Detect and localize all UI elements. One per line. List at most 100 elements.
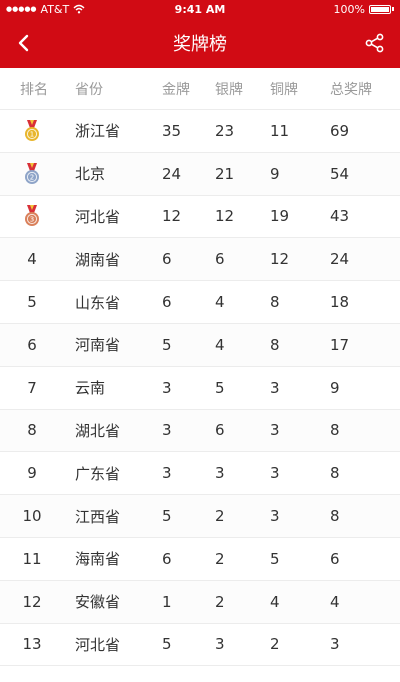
rank-cell: 8 — [27, 421, 37, 440]
total-cell: 9 — [330, 378, 340, 397]
total-cell: 6 — [330, 549, 340, 568]
gold-cell: 3 — [162, 378, 172, 397]
province-cell: 广东省 — [75, 464, 121, 483]
province-cell: 河南省 — [75, 336, 121, 355]
gold-cell: 6 — [162, 250, 172, 269]
gold-cell: 3 — [162, 421, 172, 440]
total-cell: 8 — [330, 464, 340, 483]
silver-medal-icon: 2 — [0, 153, 64, 195]
table-row[interactable]: 12 安徽省 1 2 4 4 — [0, 580, 400, 624]
bronze-cell: 11 — [270, 121, 290, 140]
silver-cell: 6 — [215, 421, 225, 440]
gold-cell: 5 — [162, 507, 172, 526]
bronze-cell: 3 — [270, 507, 280, 526]
header-province: 省份 — [75, 81, 103, 98]
silver-cell: 3 — [215, 464, 225, 483]
province-cell: 北京 — [75, 165, 106, 184]
bronze-cell: 8 — [270, 293, 280, 312]
gold-cell: 12 — [162, 207, 182, 226]
table-row[interactable]: 2 北京 24 21 9 54 — [0, 152, 400, 196]
nav-bar: 奖牌榜 — [0, 18, 400, 68]
header-gold: 金牌 — [162, 81, 190, 98]
gold-cell: 5 — [162, 635, 172, 654]
battery-tip — [392, 7, 394, 11]
bronze-cell: 19 — [270, 207, 290, 226]
silver-cell: 5 — [215, 378, 225, 397]
header-silver: 银牌 — [215, 81, 243, 98]
rank-cell: 5 — [27, 293, 37, 312]
table-row[interactable]: 5 山东省 6 4 8 18 — [0, 281, 400, 324]
bronze-cell: 2 — [270, 635, 280, 654]
gold-cell: 5 — [162, 335, 172, 354]
gold-cell: 24 — [162, 164, 182, 183]
rank-cell: 10 — [22, 507, 42, 526]
total-cell: 8 — [330, 507, 340, 526]
silver-cell: 21 — [215, 164, 235, 183]
table-row[interactable]: 4 湖南省 6 6 12 24 — [0, 238, 400, 282]
battery-percent: 100% — [333, 2, 365, 16]
bronze-cell: 9 — [270, 164, 280, 183]
signal-strength-icon: ●●●●● — [6, 5, 37, 13]
status-left: ●●●●● AT&T — [6, 3, 85, 16]
province-cell: 河北省 — [75, 635, 121, 654]
table-row[interactable]: 6 河南省 5 4 8 17 — [0, 323, 400, 367]
silver-cell: 4 — [215, 293, 225, 312]
silver-cell: 23 — [215, 121, 235, 140]
table-row[interactable]: 9 广东省 3 3 3 8 — [0, 452, 400, 496]
header-total: 总奖牌 — [330, 81, 372, 98]
rank-cell: 13 — [22, 635, 42, 654]
bronze-cell: 12 — [270, 250, 290, 269]
medal-rank: 2 — [30, 173, 34, 181]
province-cell: 湖南省 — [75, 250, 121, 269]
total-cell: 4 — [330, 592, 340, 611]
rank-cell: 6 — [27, 335, 37, 354]
table-row[interactable]: 11 海南省 6 2 5 6 — [0, 538, 400, 581]
table-row[interactable]: 1 浙江省 35 23 11 69 — [0, 110, 400, 153]
table-row[interactable]: 13 河北省 5 3 2 3 — [0, 624, 400, 667]
medal-table: 排名 省份 金牌 银牌 铜牌 总奖牌 1 浙江省 35 23 11 69 2 北京 24 21 9 5… — [0, 68, 400, 667]
silver-cell: 4 — [215, 335, 225, 354]
rank-cell: 4 — [27, 250, 37, 269]
gold-cell: 1 — [162, 592, 172, 611]
rank-cell: 7 — [27, 378, 37, 397]
gold-cell: 6 — [162, 293, 172, 312]
gold-cell: 35 — [162, 121, 182, 140]
wifi-icon — [73, 4, 85, 14]
province-cell: 湖北省 — [75, 421, 121, 440]
total-cell: 8 — [330, 421, 340, 440]
gold-medal-icon: 1 — [0, 110, 64, 152]
gold-cell: 6 — [162, 549, 172, 568]
silver-cell: 2 — [215, 507, 225, 526]
rank-cell: 9 — [27, 464, 37, 483]
total-cell: 43 — [330, 207, 350, 226]
table-row[interactable]: 8 湖北省 3 6 3 8 — [0, 409, 400, 453]
page-title: 奖牌榜 — [173, 34, 227, 55]
silver-cell: 2 — [215, 592, 225, 611]
bronze-cell: 4 — [270, 592, 280, 611]
rank-cell: 12 — [22, 592, 42, 611]
silver-cell: 3 — [215, 635, 225, 654]
share-icon — [365, 33, 384, 53]
medal-rank: 3 — [30, 216, 34, 224]
silver-cell: 12 — [215, 207, 235, 226]
province-cell: 海南省 — [75, 550, 121, 569]
medal-rank: 1 — [30, 130, 34, 138]
bronze-cell: 3 — [270, 464, 280, 483]
chevron-left-icon — [18, 34, 29, 52]
bronze-cell: 3 — [270, 378, 280, 397]
total-cell: 17 — [330, 335, 350, 354]
table-row[interactable]: 7 云南 3 5 3 9 — [0, 367, 400, 410]
total-cell: 18 — [330, 293, 350, 312]
table-row[interactable]: 10 江西省 5 2 3 8 — [0, 495, 400, 538]
share-button[interactable] — [362, 30, 388, 56]
back-button[interactable] — [10, 30, 36, 56]
silver-cell: 6 — [215, 250, 225, 269]
province-cell: 山东省 — [75, 293, 121, 312]
province-cell: 江西省 — [75, 507, 121, 526]
rank-cell: 11 — [22, 549, 42, 568]
silver-cell: 2 — [215, 549, 225, 568]
header-bronze: 铜牌 — [270, 81, 298, 98]
bronze-medal-icon: 3 — [0, 196, 64, 238]
total-cell: 69 — [330, 121, 350, 140]
table-row[interactable]: 3 河北省 12 12 19 43 — [0, 196, 400, 239]
